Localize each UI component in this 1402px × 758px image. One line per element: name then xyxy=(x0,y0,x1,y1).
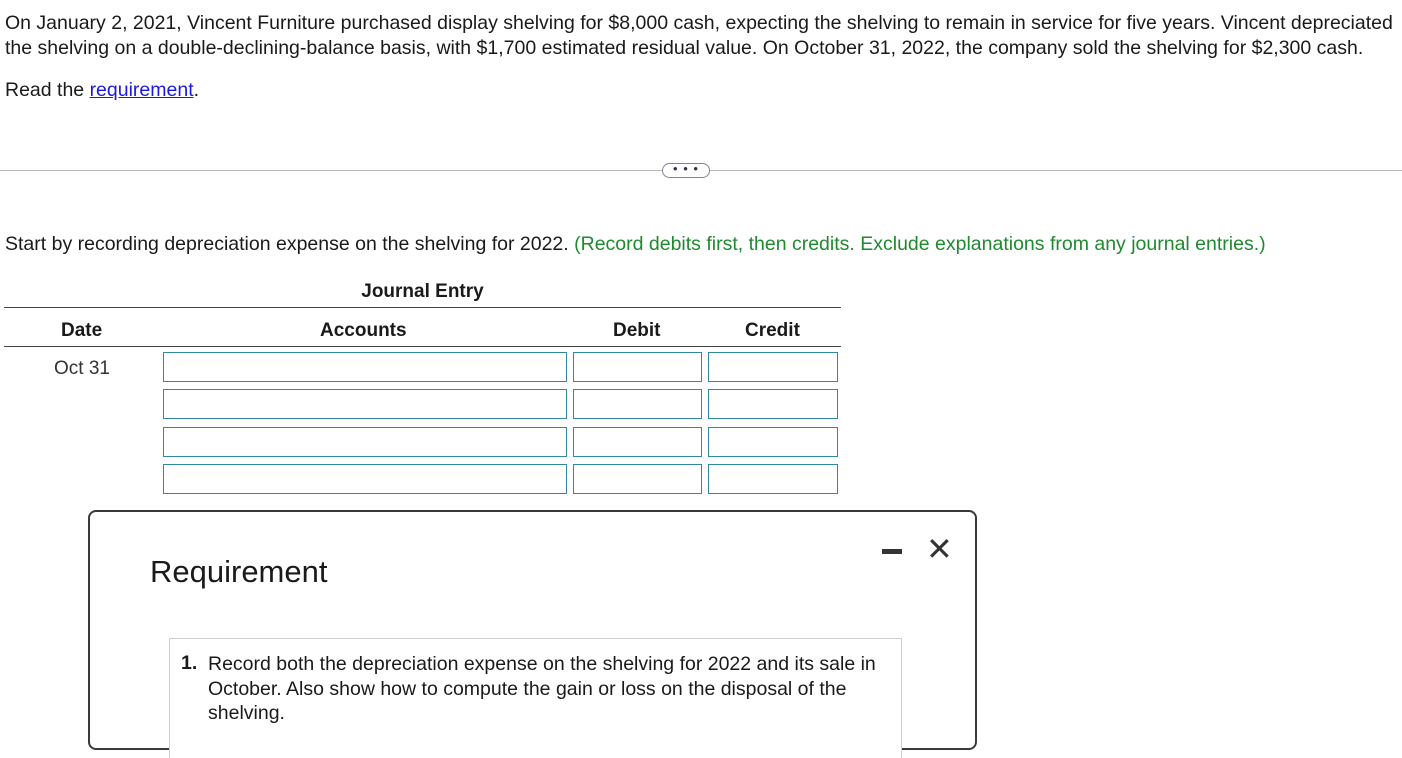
account-input[interactable] xyxy=(163,464,567,494)
close-icon[interactable]: ✕ xyxy=(926,532,953,566)
journal-header-rule xyxy=(4,346,841,347)
account-input[interactable] xyxy=(163,427,567,457)
entry-date: Oct 31 xyxy=(54,358,110,379)
header-credit: Credit xyxy=(745,320,800,341)
debit-input[interactable] xyxy=(573,352,702,382)
credit-input[interactable] xyxy=(708,427,838,457)
debit-input[interactable] xyxy=(573,464,702,494)
requirement-text: Record both the depreciation expense on … xyxy=(208,653,876,724)
requirement-dialog: Requirement ✕ 1. Record both the depreci… xyxy=(88,510,977,758)
problem-statement: On January 2, 2021, Vincent Furniture pu… xyxy=(5,12,1393,59)
header-accounts: Accounts xyxy=(320,320,407,341)
read-requirement-line: Read the requirement. xyxy=(5,79,199,102)
minimize-icon[interactable] xyxy=(882,549,902,554)
instruction-note: (Record debits first, then credits. Excl… xyxy=(574,233,1266,255)
instruction: Start by recording depreciation expense … xyxy=(5,233,1266,256)
instruction-main: Start by recording depreciation expense … xyxy=(5,233,569,255)
dialog-title: Requirement xyxy=(150,554,328,589)
journal-title-rule xyxy=(4,307,841,308)
credit-input[interactable] xyxy=(708,389,838,419)
debit-input[interactable] xyxy=(573,427,702,457)
account-input[interactable] xyxy=(163,389,567,419)
header-date: Date xyxy=(61,320,103,341)
requirement-link[interactable]: requirement xyxy=(90,79,194,101)
read-suffix: . xyxy=(193,79,200,101)
requirement-number: 1. xyxy=(181,652,198,674)
credit-input[interactable] xyxy=(708,464,838,494)
account-input[interactable] xyxy=(163,352,567,382)
expand-more-button[interactable]: • • • xyxy=(662,162,710,178)
debit-input[interactable] xyxy=(573,389,702,419)
journal-entry-title: Journal Entry xyxy=(361,281,484,302)
credit-input[interactable] xyxy=(708,352,838,382)
read-prefix: Read the xyxy=(5,79,90,101)
requirement-list: 1. Record both the depreciation expense … xyxy=(169,638,902,758)
header-debit: Debit xyxy=(613,320,661,341)
